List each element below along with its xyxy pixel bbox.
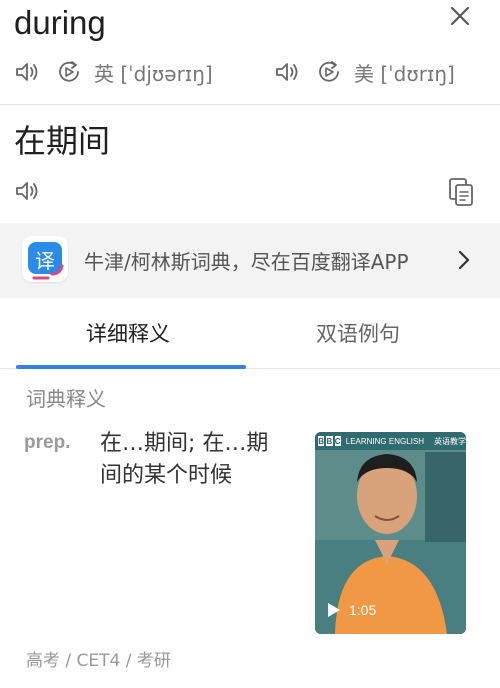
video-thumbnail[interactable]: B B C LEARNING ENGLISH 英语教学 1:05 — [315, 432, 466, 634]
section-title: 词典释义 — [26, 387, 106, 411]
replay-icon[interactable] — [314, 57, 344, 87]
copy-icon[interactable] — [446, 176, 476, 208]
close-icon[interactable] — [446, 2, 474, 30]
video-play-control[interactable]: 1:05 — [327, 602, 376, 618]
speaker-icon[interactable] — [12, 176, 42, 206]
replay-icon[interactable] — [54, 57, 84, 87]
pronunciation-uk: 英 [ˈdjʊərɪŋ] — [12, 56, 213, 88]
promo-text: 牛津/柯林斯词典，尽在百度翻译APP — [84, 250, 409, 274]
active-tab-indicator — [16, 365, 246, 369]
headword: during — [14, 4, 106, 41]
pronunciation-us-text: 美 [ˈdʊrɪŋ] — [354, 61, 455, 86]
tab-examples[interactable]: 双语例句 — [316, 318, 400, 348]
app-promo-banner[interactable]: 译 牛津/柯林斯词典，尽在百度翻译APP — [0, 223, 500, 298]
part-of-speech: prep. — [24, 432, 71, 453]
pronunciation-uk-text: 英 [ˈdjʊərɪŋ] — [94, 61, 213, 86]
play-icon[interactable] — [327, 602, 341, 618]
video-brand: LEARNING ENGLISH — [345, 436, 424, 446]
video-duration: 1:05 — [349, 602, 377, 618]
exam-tags: 高考 / CET4 / 考研 — [26, 651, 171, 671]
video-banner: B B C LEARNING ENGLISH 英语教学 — [315, 432, 466, 450]
pronunciation-us: 美 [ˈdʊrɪŋ] — [272, 56, 455, 88]
definition-text: 在…期间; 在…期间的某个时候 — [100, 431, 269, 488]
word-header: during 英 [ˈdjʊərɪŋ] 美 [ˈdʊrɪŋ] — [0, 0, 500, 104]
video-brand-cn: 英语教学 — [434, 436, 466, 446]
tab-bar: 详细释义 双语例句 — [0, 298, 500, 370]
tab-detail[interactable]: 详细释义 — [86, 318, 170, 348]
app-logo: 译 — [22, 236, 68, 282]
speaker-icon[interactable] — [272, 57, 302, 87]
app-logo-char: 译 — [35, 249, 55, 273]
translation-text: 在期间 — [14, 122, 111, 160]
speaker-icon[interactable] — [12, 57, 42, 87]
chevron-right-icon — [456, 249, 472, 271]
divider — [0, 104, 500, 105]
